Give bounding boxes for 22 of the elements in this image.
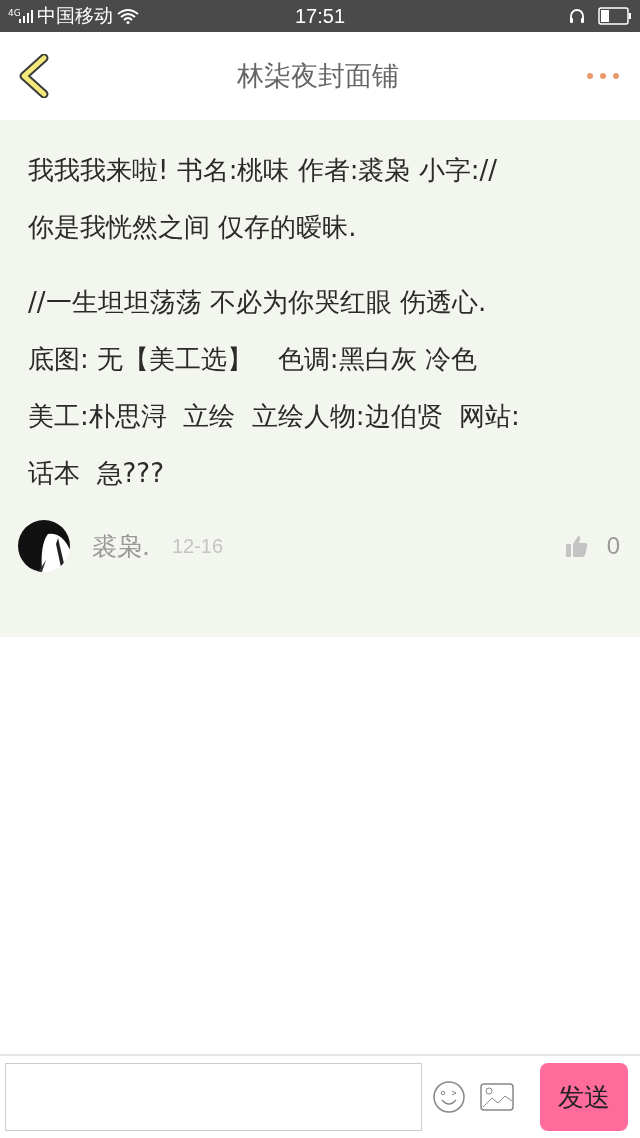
- like-count: 0: [606, 532, 620, 560]
- post-text: 底图: 无【美工选】 色调:黑白灰 冷色: [28, 343, 478, 376]
- comment-input[interactable]: [5, 1063, 422, 1131]
- battery-icon: [598, 7, 632, 25]
- page-title: 林柒夜封面铺: [236, 59, 400, 93]
- emoji-icon[interactable]: [432, 1080, 466, 1114]
- clock: 17:51: [294, 4, 346, 28]
- post-text: 我我我来啦! 书名:桃味 作者:裘枭 小字://: [28, 154, 498, 187]
- more-icon[interactable]: [586, 72, 620, 80]
- signal-icon: [18, 9, 33, 23]
- send-button[interactable]: 发送: [540, 1063, 628, 1131]
- network-type: 4G: [8, 8, 21, 18]
- headphones-icon: [568, 7, 586, 25]
- post-text: //一生坦坦荡荡 不必为你哭红眼 伤透心.: [28, 286, 488, 319]
- thumbs-up-icon[interactable]: [564, 534, 589, 558]
- carrier-name: 中国移动: [36, 3, 113, 28]
- wifi-icon: [116, 8, 139, 24]
- image-icon[interactable]: [480, 1083, 514, 1111]
- post-text: 你是我恍然之间 仅存的暧昧.: [28, 211, 358, 244]
- post-text: 美工:朴思浔 立绘 立绘人物:边伯贤 网站:: [28, 400, 521, 433]
- back-button[interactable]: [18, 54, 50, 98]
- post-text: 话本 急???: [28, 457, 165, 490]
